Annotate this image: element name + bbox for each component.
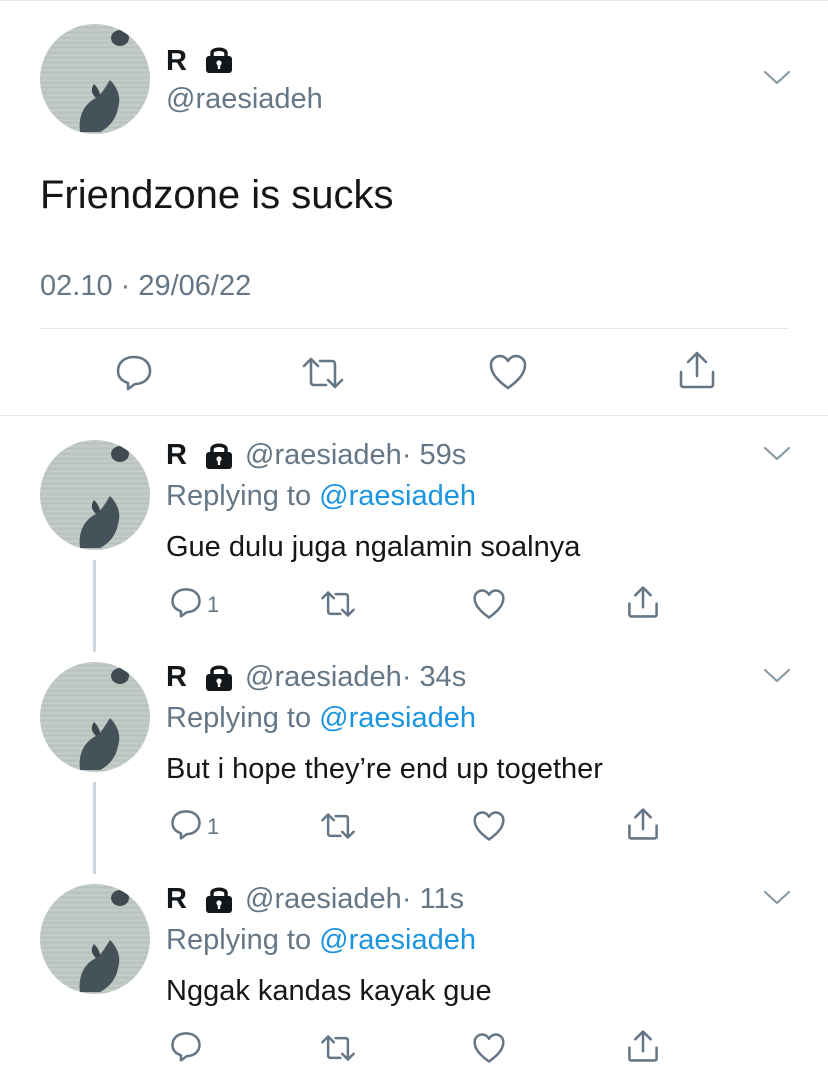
reply-count: 1 <box>207 814 220 839</box>
display-name[interactable]: R <box>166 883 187 915</box>
chevron-down-icon[interactable] <box>763 890 791 906</box>
mention-link[interactable]: @raesiadeh <box>319 480 476 512</box>
reply-time[interactable]: · 11s <box>402 883 464 915</box>
display-name[interactable]: R <box>166 661 187 693</box>
reply-count: 1 <box>207 592 220 617</box>
tweet-text: Friendzone is sucks <box>40 173 394 217</box>
share-icon[interactable] <box>677 350 717 390</box>
reply-icon[interactable] <box>170 808 202 840</box>
reply-icon[interactable] <box>170 586 202 618</box>
handle[interactable]: @raesiadeh <box>245 883 402 915</box>
replying-to-label: Replying to <box>166 702 320 734</box>
reply-icon[interactable] <box>170 1030 202 1062</box>
top-divider <box>0 0 828 1</box>
reply-meta: @raesiadeh· 11s <box>245 882 464 916</box>
avatar[interactable] <box>40 440 150 550</box>
retweet-icon[interactable] <box>319 812 357 840</box>
reply-meta: @raesiadeh· 34s <box>245 660 466 694</box>
replying-to: Replying to @raesiadeh <box>166 923 476 957</box>
reply-header[interactable]: R <box>166 882 187 916</box>
reply-time[interactable]: · 34s <box>402 661 466 693</box>
mention-link[interactable]: @raesiadeh <box>319 924 476 956</box>
reply-time[interactable]: · 59s <box>402 439 466 471</box>
avatar[interactable] <box>40 24 150 134</box>
lock-icon <box>206 47 232 73</box>
handle[interactable]: @raesiadeh <box>166 82 323 116</box>
like-icon[interactable] <box>472 1032 506 1064</box>
reply-header[interactable]: R <box>166 660 187 694</box>
thread-line <box>93 782 96 874</box>
reply-text: Gue dulu juga ngalamin soalnya <box>166 531 581 563</box>
tweet-timestamp[interactable]: 02.10 · 29/06/22 <box>40 268 251 304</box>
display-name[interactable]: R <box>166 439 187 471</box>
replying-to-label: Replying to <box>166 924 320 956</box>
avatar[interactable] <box>40 662 150 772</box>
replying-to: Replying to @raesiadeh <box>166 479 476 513</box>
lock-icon <box>206 443 232 469</box>
share-icon[interactable] <box>626 585 660 619</box>
share-icon[interactable] <box>626 1029 660 1063</box>
reply-meta: @raesiadeh· 59s <box>245 438 466 472</box>
replying-to: Replying to @raesiadeh <box>166 701 476 735</box>
retweet-icon[interactable] <box>319 1034 357 1062</box>
chevron-down-icon[interactable] <box>763 70 791 86</box>
avatar[interactable] <box>40 884 150 994</box>
display-name[interactable]: R <box>166 44 187 78</box>
replying-to-label: Replying to <box>166 480 320 512</box>
lock-icon <box>206 665 232 691</box>
reply-icon[interactable] <box>115 353 153 391</box>
reply-text: Nggak kandas kayak gue <box>166 975 492 1007</box>
like-icon[interactable] <box>488 353 528 391</box>
divider <box>40 328 788 329</box>
retweet-icon[interactable] <box>300 356 346 390</box>
retweet-icon[interactable] <box>319 590 357 618</box>
like-icon[interactable] <box>472 588 506 620</box>
mention-link[interactable]: @raesiadeh <box>319 702 476 734</box>
lock-icon <box>206 887 232 913</box>
handle[interactable]: @raesiadeh <box>245 661 402 693</box>
divider <box>0 415 828 416</box>
reply-text: But i hope they’re end up together <box>166 753 603 785</box>
chevron-down-icon[interactable] <box>763 668 791 684</box>
like-icon[interactable] <box>472 810 506 842</box>
share-icon[interactable] <box>626 807 660 841</box>
handle[interactable]: @raesiadeh <box>245 439 402 471</box>
thread-line <box>93 560 96 652</box>
chevron-down-icon[interactable] <box>763 446 791 462</box>
reply-header[interactable]: R <box>166 438 187 472</box>
